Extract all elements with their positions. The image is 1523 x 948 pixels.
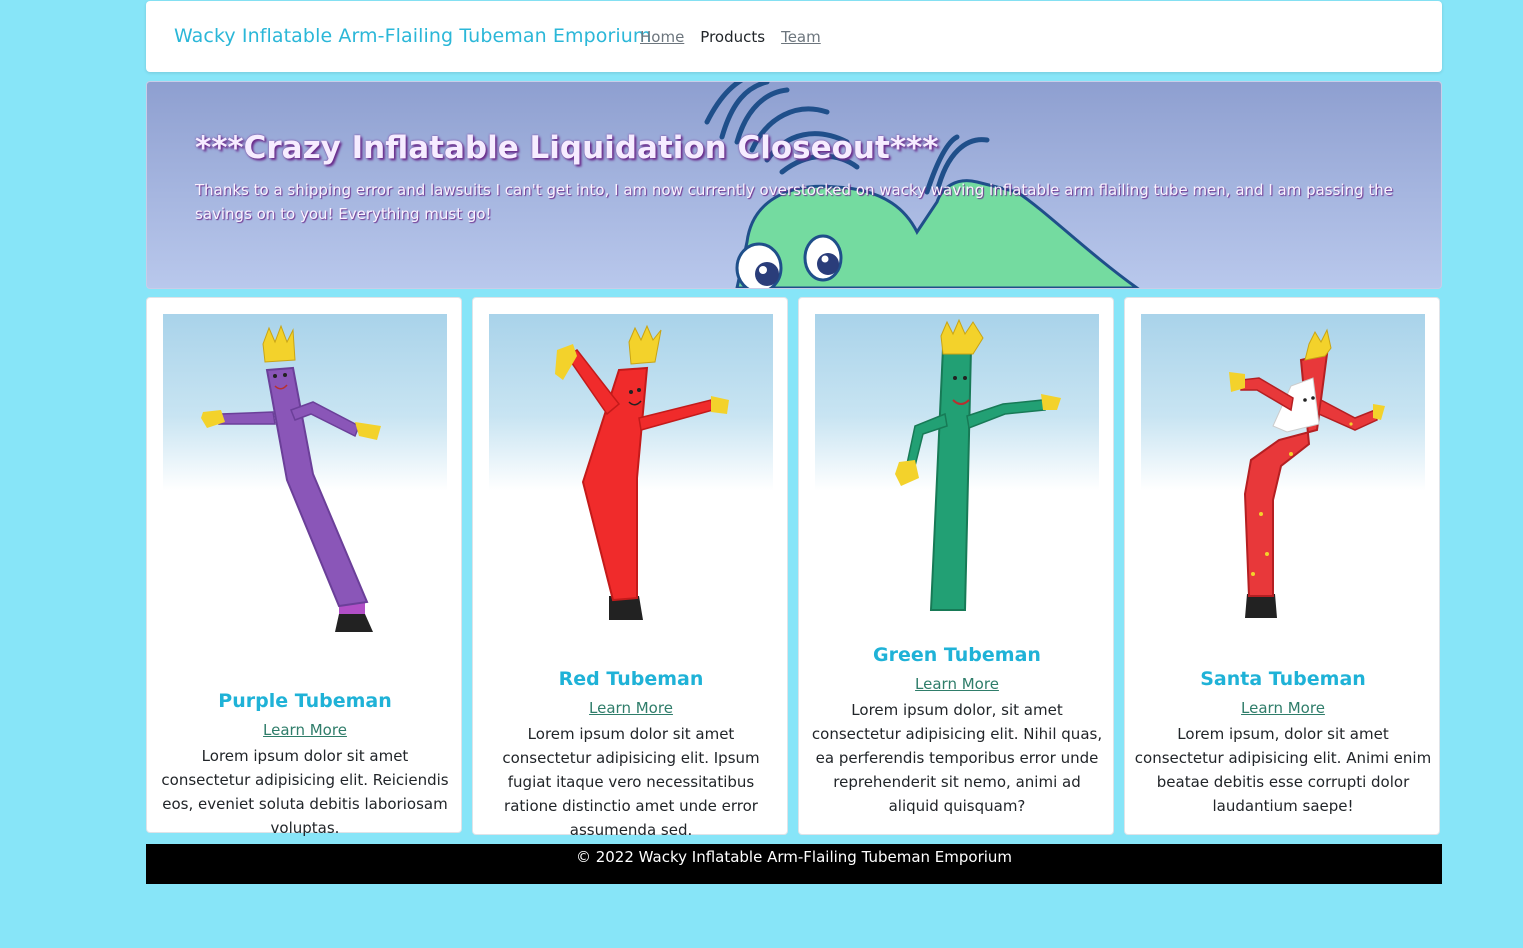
product-card-green: Green Tubeman Learn More Lorem ipsum dol…: [798, 297, 1114, 835]
product-description: Lorem ipsum, dolor sit amet consectetur …: [1134, 725, 1432, 815]
product-image-green-tubeman: [815, 314, 1099, 654]
footer-copyright: © 2022 Wacky Inflatable Arm-Flailing Tub…: [575, 848, 1013, 866]
product-title: Green Tubeman: [873, 644, 1041, 666]
navbar: Wacky Inflatable Arm-Flailing Tubeman Em…: [146, 1, 1442, 72]
product-description: Lorem ipsum dolor, sit amet consectetur …: [811, 701, 1103, 815]
product-description: Lorem ipsum dolor sit amet consectetur a…: [161, 747, 449, 837]
product-image-red-tubeman: [489, 314, 773, 654]
learn-more-link[interactable]: Learn More: [1125, 698, 1441, 718]
nav-links: Home Products Team: [640, 28, 821, 46]
product-title: Purple Tubeman: [218, 690, 392, 712]
product-card-body: Purple Tubeman Learn More Lorem ipsum do…: [147, 688, 463, 840]
footer: © 2022 Wacky Inflatable Arm-Flailing Tub…: [146, 844, 1442, 884]
learn-more-link[interactable]: Learn More: [799, 674, 1115, 694]
product-description: Lorem ipsum dolor sit amet consectetur a…: [502, 725, 760, 839]
nav-link-team[interactable]: Team: [781, 28, 821, 46]
learn-more-link[interactable]: Learn More: [147, 720, 463, 740]
nav-link-home[interactable]: Home: [640, 28, 684, 46]
nav-link-products[interactable]: Products: [700, 28, 765, 46]
product-title: Santa Tubeman: [1200, 668, 1366, 690]
hero-title: ***Crazy Inflatable Liquidation Closeout…: [195, 130, 939, 166]
hero-description: Thanks to a shipping error and lawsuits …: [195, 181, 1394, 223]
product-card-red: Red Tubeman Learn More Lorem ipsum dolor…: [472, 297, 788, 839]
product-card-santa: Santa Tubeman Learn More Lorem ipsum, do…: [1124, 297, 1440, 835]
learn-more-link[interactable]: Learn More: [473, 698, 789, 718]
brand-link[interactable]: Wacky Inflatable Arm-Flailing Tubeman Em…: [174, 25, 652, 47]
product-image-santa-tubeman: [1141, 314, 1425, 654]
hero-banner: ***Crazy Inflatable Liquidation Closeout…: [146, 81, 1442, 289]
product-card-body: Green Tubeman Learn More Lorem ipsum dol…: [799, 642, 1115, 818]
product-image-purple-tubeman: [163, 314, 447, 654]
product-card-purple: Purple Tubeman Learn More Lorem ipsum do…: [146, 297, 462, 837]
product-card-body: Santa Tubeman Learn More Lorem ipsum, do…: [1125, 666, 1441, 818]
product-title: Red Tubeman: [558, 668, 704, 690]
product-card-body: Red Tubeman Learn More Lorem ipsum dolor…: [473, 666, 789, 842]
